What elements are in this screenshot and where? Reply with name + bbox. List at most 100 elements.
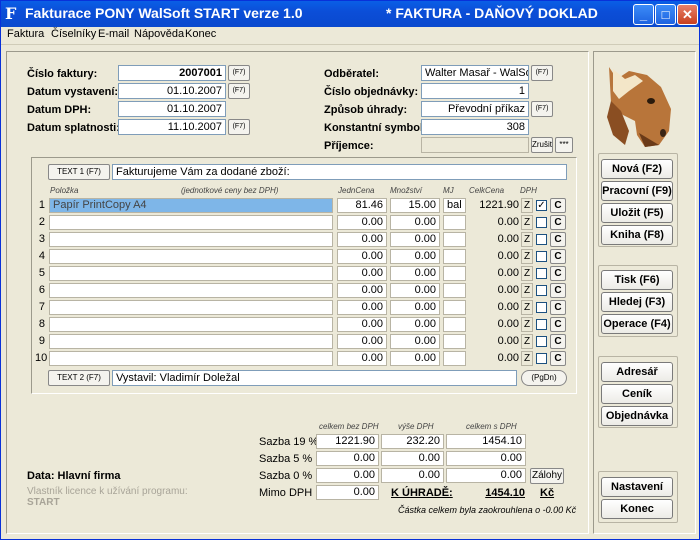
item-vat-checkbox[interactable]: ✓ bbox=[536, 200, 547, 211]
item-name-field[interactable] bbox=[49, 232, 333, 247]
customer-field[interactable]: Walter Masař - WalSoft - bbox=[421, 65, 529, 81]
settings-button[interactable]: Nastavení bbox=[601, 477, 673, 497]
item-clear-button[interactable]: C bbox=[550, 198, 566, 213]
text1-field[interactable]: Fakturujeme Vám za dodané zboží: bbox=[112, 164, 567, 180]
item-unit-field[interactable] bbox=[443, 317, 466, 332]
item-qty-field[interactable]: 0.00 bbox=[390, 249, 440, 264]
item-clear-button[interactable]: C bbox=[550, 266, 566, 281]
exit-button[interactable]: Konec bbox=[601, 499, 673, 519]
item-unit-field[interactable]: bal bbox=[443, 198, 466, 213]
item-price-field[interactable]: 0.00 bbox=[337, 300, 387, 315]
text2-button[interactable]: TEXT 2 (F7) bbox=[48, 370, 110, 386]
item-price-field[interactable]: 81.46 bbox=[337, 198, 387, 213]
item-price-field[interactable]: 0.00 bbox=[337, 351, 387, 366]
item-price-field[interactable]: 0.00 bbox=[337, 317, 387, 332]
menu-email[interactable]: E-mail bbox=[98, 28, 129, 40]
item-vat-checkbox[interactable] bbox=[536, 353, 547, 364]
new-button[interactable]: Nová (F2) bbox=[601, 159, 673, 179]
recipient-field[interactable] bbox=[421, 137, 529, 153]
item-clear-button[interactable]: C bbox=[550, 334, 566, 349]
item-vat-code[interactable]: Z bbox=[521, 283, 533, 298]
item-vat-checkbox[interactable] bbox=[536, 285, 547, 296]
payment-method-f7-button[interactable]: (F7) bbox=[531, 101, 553, 117]
item-name-field[interactable] bbox=[49, 266, 333, 281]
outside-vat-field[interactable]: 0.00 bbox=[316, 485, 379, 500]
item-clear-button[interactable]: C bbox=[550, 249, 566, 264]
pgdn-button[interactable]: (PgDn) bbox=[521, 370, 567, 386]
menu-ciselniky[interactable]: Číselníky bbox=[51, 28, 96, 40]
book-button[interactable]: Kniha (F8) bbox=[601, 225, 673, 245]
item-vat-code[interactable]: Z bbox=[521, 249, 533, 264]
item-vat-checkbox[interactable] bbox=[536, 251, 547, 262]
item-vat-code[interactable]: Z bbox=[521, 215, 533, 230]
item-unit-field[interactable] bbox=[443, 249, 466, 264]
item-unit-field[interactable] bbox=[443, 215, 466, 230]
item-unit-field[interactable] bbox=[443, 334, 466, 349]
item-price-field[interactable]: 0.00 bbox=[337, 232, 387, 247]
item-qty-field[interactable]: 0.00 bbox=[390, 334, 440, 349]
deposits-button[interactable]: Zálohy bbox=[530, 468, 564, 484]
item-name-field[interactable] bbox=[49, 283, 333, 298]
item-qty-field[interactable]: 0.00 bbox=[390, 283, 440, 298]
item-qty-field[interactable]: 15.00 bbox=[390, 198, 440, 213]
item-vat-checkbox[interactable] bbox=[536, 234, 547, 245]
item-qty-field[interactable]: 0.00 bbox=[390, 317, 440, 332]
item-vat-checkbox[interactable] bbox=[536, 217, 547, 228]
item-name-field[interactable] bbox=[49, 215, 333, 230]
item-vat-code[interactable]: Z bbox=[521, 351, 533, 366]
item-price-field[interactable]: 0.00 bbox=[337, 215, 387, 230]
minimize-button[interactable]: _ bbox=[633, 4, 654, 25]
save-button[interactable]: Uložit (F5) bbox=[601, 203, 673, 223]
maximize-button[interactable]: □ bbox=[655, 4, 676, 25]
search-button[interactable]: Hledej (F3) bbox=[601, 292, 673, 312]
item-vat-code[interactable]: Z bbox=[521, 334, 533, 349]
close-button[interactable]: ✕ bbox=[677, 4, 698, 25]
item-unit-field[interactable] bbox=[443, 300, 466, 315]
item-qty-field[interactable]: 0.00 bbox=[390, 351, 440, 366]
item-vat-code[interactable]: Z bbox=[521, 266, 533, 281]
item-unit-field[interactable] bbox=[443, 283, 466, 298]
item-price-field[interactable]: 0.00 bbox=[337, 266, 387, 281]
price-list-button[interactable]: Ceník bbox=[601, 384, 673, 404]
item-clear-button[interactable]: C bbox=[550, 215, 566, 230]
print-button[interactable]: Tisk (F6) bbox=[601, 270, 673, 290]
item-vat-code[interactable]: Z bbox=[521, 232, 533, 247]
item-price-field[interactable]: 0.00 bbox=[337, 334, 387, 349]
item-price-field[interactable]: 0.00 bbox=[337, 283, 387, 298]
item-price-field[interactable]: 0.00 bbox=[337, 249, 387, 264]
recipient-clear-button[interactable]: Zrušit bbox=[531, 137, 553, 153]
item-qty-field[interactable]: 0.00 bbox=[390, 300, 440, 315]
item-unit-field[interactable] bbox=[443, 266, 466, 281]
order-number-field[interactable]: 1 bbox=[421, 83, 529, 99]
text1-button[interactable]: TEXT 1 (F7) bbox=[48, 164, 110, 180]
item-clear-button[interactable]: C bbox=[550, 283, 566, 298]
item-clear-button[interactable]: C bbox=[550, 300, 566, 315]
payment-method-field[interactable]: Převodní příkaz bbox=[421, 101, 529, 117]
operations-button[interactable]: Operace (F4) bbox=[601, 314, 673, 334]
menu-napoveda[interactable]: Nápověda bbox=[134, 28, 184, 40]
issue-date-f7-button[interactable]: (F7) bbox=[228, 83, 250, 99]
item-name-field[interactable] bbox=[49, 300, 333, 315]
item-name-field[interactable] bbox=[49, 317, 333, 332]
item-name-field[interactable] bbox=[49, 334, 333, 349]
item-name-field[interactable] bbox=[49, 249, 333, 264]
order-button[interactable]: Objednávka bbox=[601, 406, 673, 426]
draft-button[interactable]: Pracovní (F9) bbox=[601, 181, 673, 201]
invoice-number-field[interactable]: 2007001 bbox=[118, 65, 226, 81]
item-qty-field[interactable]: 0.00 bbox=[390, 215, 440, 230]
item-vat-checkbox[interactable] bbox=[536, 268, 547, 279]
item-vat-checkbox[interactable] bbox=[536, 336, 547, 347]
item-clear-button[interactable]: C bbox=[550, 232, 566, 247]
due-date-field[interactable]: 11.10.2007 bbox=[118, 119, 226, 135]
menu-faktura[interactable]: Faktura bbox=[7, 28, 44, 40]
invoice-number-f7-button[interactable]: (F7) bbox=[228, 65, 250, 81]
menu-konec[interactable]: Konec bbox=[185, 28, 216, 40]
item-vat-code[interactable]: Z bbox=[521, 300, 533, 315]
vat-date-field[interactable]: 01.10.2007 bbox=[118, 101, 226, 117]
issue-date-field[interactable]: 01.10.2007 bbox=[118, 83, 226, 99]
item-vat-checkbox[interactable] bbox=[536, 302, 547, 313]
text2-field[interactable]: Vystavil: Vladimír Doležal bbox=[112, 370, 517, 386]
item-name-field[interactable] bbox=[49, 351, 333, 366]
item-clear-button[interactable]: C bbox=[550, 351, 566, 366]
item-vat-code[interactable]: Z bbox=[521, 198, 533, 213]
